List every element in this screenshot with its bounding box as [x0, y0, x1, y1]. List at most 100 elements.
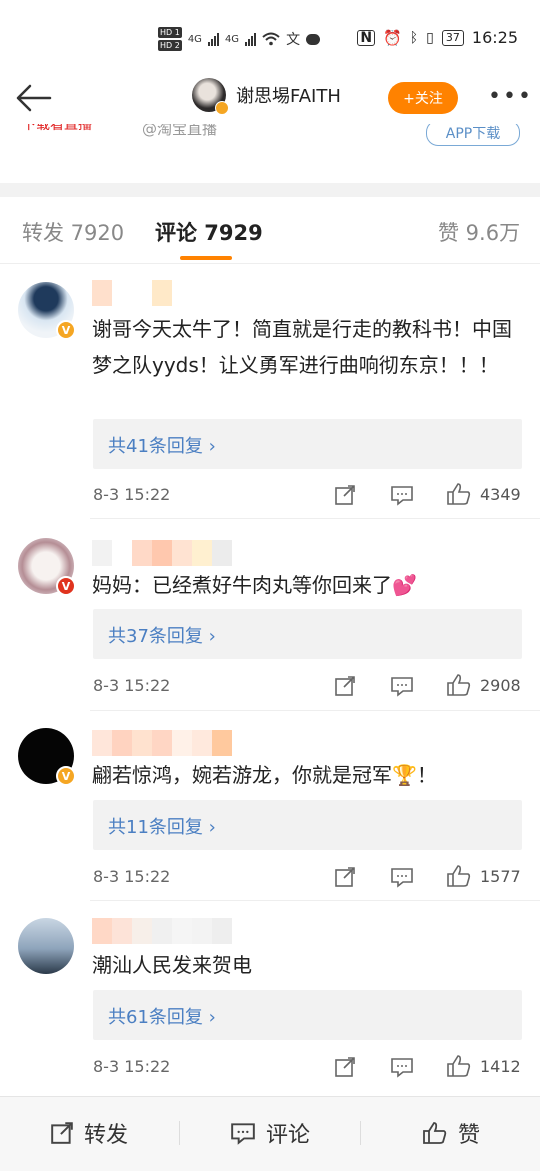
commenter-name[interactable]	[92, 918, 232, 944]
verified-badge-icon	[215, 101, 229, 115]
mosaic-block	[192, 730, 212, 756]
network-type-2: 4G	[224, 33, 240, 45]
replies-label: 共41条回复 ›	[108, 436, 216, 457]
replies-link[interactable]: 共41条回复 ›	[93, 419, 522, 469]
back-arrow-icon	[16, 84, 52, 112]
like-icon[interactable]	[446, 864, 472, 888]
mosaic-block	[132, 280, 152, 306]
alarm-icon: ⏰	[383, 28, 402, 47]
reply-icon[interactable]	[390, 866, 414, 888]
repost-label: 转发	[84, 1123, 129, 1148]
follow-button[interactable]: +关注	[388, 82, 458, 114]
commenter-avatar[interactable]: V	[18, 728, 76, 786]
commenter-avatar[interactable]	[18, 918, 74, 974]
hd1-badge: HD 1	[158, 27, 182, 38]
repost-icon[interactable]	[334, 866, 356, 888]
comment-separator	[90, 900, 540, 901]
mosaic-block	[92, 730, 112, 756]
like-icon[interactable]	[446, 1054, 472, 1078]
like-label: 赞	[458, 1123, 481, 1148]
replies-link[interactable]: 共37条回复 ›	[93, 609, 522, 659]
commenter-name[interactable]	[92, 730, 232, 756]
mosaic-block	[92, 280, 112, 306]
signal-icon	[207, 32, 219, 46]
reply-icon[interactable]	[390, 484, 414, 506]
status-bar: HD 1 HD 2 4G 4G 文 N ⏰ ᛒ ▯ 37 16:25	[0, 0, 540, 80]
comment-item: 潮汕人民发来贺电 共61条回复 › 8-3 15:22 1412	[0, 902, 540, 1092]
mosaic-block	[132, 540, 152, 566]
comment-icon	[231, 1123, 255, 1145]
comment-separator	[90, 710, 540, 711]
like-icon[interactable]	[446, 482, 472, 506]
comment-date: 8-3 15:22	[93, 867, 171, 886]
replies-label: 共37条回复 ›	[108, 626, 216, 647]
more-options-icon[interactable]: •••	[488, 84, 533, 109]
mosaic-block	[92, 540, 112, 566]
replies-label: 共11条回复 ›	[108, 817, 216, 838]
repost-icon[interactable]	[334, 1056, 356, 1078]
like-action-button[interactable]: 赞	[422, 1117, 480, 1149]
commenter-avatar[interactable]: V	[18, 538, 76, 596]
author-avatar[interactable]	[192, 78, 229, 115]
repost-icon[interactable]	[334, 675, 356, 697]
mosaic-block	[172, 540, 192, 566]
mosaic-block	[212, 730, 232, 756]
comment-item: V 谢哥今天太牛了！简直就是行走的教科书！中国梦之队yyds！让义勇军进行曲响彻…	[0, 266, 540, 516]
commenter-name[interactable]	[92, 540, 232, 566]
network-type-1: 4G	[187, 33, 202, 45]
mosaic-block	[112, 730, 132, 756]
bluetooth-icon: ᛒ	[409, 29, 419, 46]
commenter-name[interactable]	[92, 280, 172, 306]
back-button[interactable]	[14, 80, 54, 116]
live-promo-text: 下载看直播	[22, 124, 92, 133]
tab-likes[interactable]: 赞 9.6万	[438, 217, 520, 247]
reply-icon[interactable]	[390, 675, 414, 697]
mosaic-block	[152, 730, 172, 756]
source-text: @淘宝直播	[142, 124, 218, 138]
vibrate-icon: ▯	[426, 29, 434, 46]
nfc-icon: N	[357, 29, 376, 46]
replies-label: 共61条回复 ›	[108, 1007, 216, 1028]
system-indicators: N ⏰ ᛒ ▯ 37 16:25	[357, 28, 518, 47]
comment-label: 评论	[266, 1123, 311, 1148]
replies-link[interactable]: 共11条回复 ›	[93, 800, 522, 850]
like-count: 1577	[480, 867, 521, 886]
like-count: 1412	[480, 1057, 521, 1076]
like-count: 2908	[480, 676, 521, 695]
signal-icon-2	[245, 32, 257, 46]
bar-divider	[360, 1121, 361, 1145]
name-mosaic	[92, 280, 172, 306]
tab-comments[interactable]: 评论 7929	[155, 217, 263, 247]
mosaic-block	[152, 540, 172, 566]
section-divider	[0, 183, 540, 197]
comment-action-button[interactable]: 评论	[230, 1117, 310, 1149]
author-name[interactable]: 谢思埸FAITH	[236, 82, 341, 108]
comment-text: 妈妈：已经煮好牛肉丸等你回来了💕	[92, 573, 417, 597]
clock: 16:25	[471, 28, 518, 47]
like-count: 4349	[480, 485, 521, 504]
repost-icon[interactable]	[334, 484, 356, 506]
mosaic-block	[172, 730, 192, 756]
mosaic-block	[132, 918, 152, 944]
author-header[interactable]: 谢思埸FAITH	[192, 78, 341, 115]
app-download-button[interactable]: APP下载	[426, 124, 520, 146]
name-mosaic	[92, 540, 232, 566]
top-navbar: 谢思埸FAITH +关注 •••	[0, 72, 540, 124]
commenter-avatar[interactable]: V	[18, 282, 76, 340]
like-icon[interactable]	[446, 673, 472, 697]
tab-reposts[interactable]: 转发 7920	[22, 217, 124, 247]
wifi-icon	[262, 32, 280, 46]
verified-badge-icon: V	[56, 576, 76, 596]
repost-action-button[interactable]: 转发	[50, 1117, 128, 1149]
mosaic-block	[212, 918, 232, 944]
repost-icon	[51, 1122, 73, 1144]
comment-text: 谢哥今天太牛了！简直就是行走的教科书！中国梦之队yyds！让义勇军进行曲响彻东京…	[92, 317, 512, 377]
reply-icon[interactable]	[390, 1056, 414, 1078]
mosaic-block	[152, 918, 172, 944]
mosaic-block	[212, 540, 232, 566]
chat-bubble-icon	[306, 33, 321, 45]
post-card-peek: 下载看直播 @淘宝直播 APP下载	[0, 124, 540, 152]
replies-link[interactable]: 共61条回复 ›	[93, 990, 522, 1040]
comment-date: 8-3 15:22	[93, 676, 171, 695]
verified-badge-icon: V	[56, 766, 76, 786]
